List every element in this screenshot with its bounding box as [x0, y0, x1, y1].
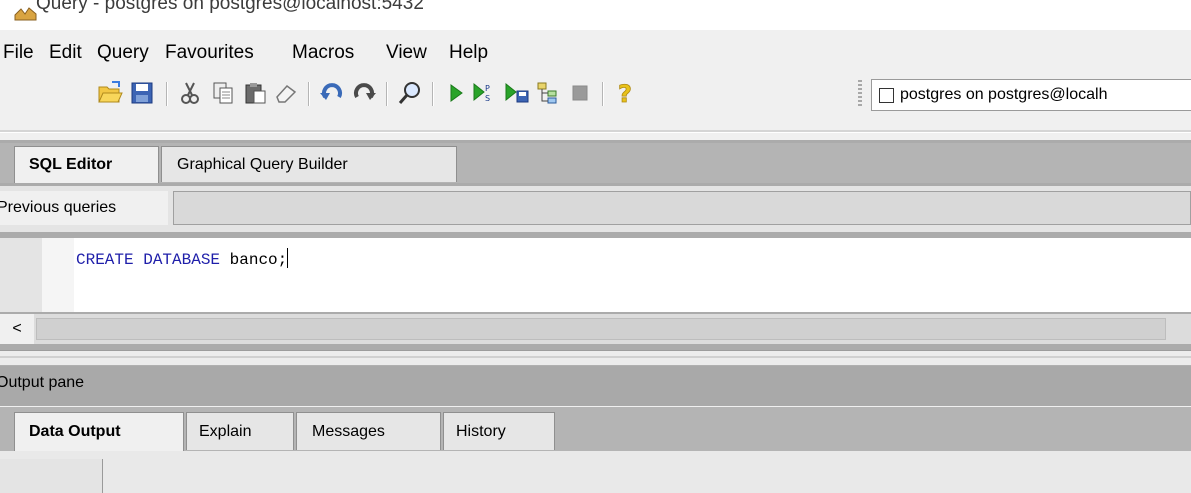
sql-code-line[interactable]: CREATE DATABASE banco; [76, 248, 289, 269]
paste-icon[interactable] [241, 78, 269, 108]
menu-view[interactable]: View [386, 42, 427, 64]
splitter-line [0, 356, 1191, 358]
menu-query[interactable]: Query [97, 42, 149, 64]
app-icon [14, 6, 38, 22]
svg-text:?: ? [618, 80, 632, 106]
grid-row-header [0, 459, 103, 493]
cancel-query-icon[interactable] [566, 78, 594, 108]
redo-icon[interactable] [350, 78, 378, 108]
pane-splitter[interactable] [0, 350, 1191, 366]
tab-graphical-query-builder[interactable]: Graphical Query Builder [161, 146, 457, 182]
undo-icon[interactable] [318, 78, 346, 108]
previous-queries-dropdown[interactable] [173, 191, 1191, 225]
copy-icon[interactable] [209, 78, 237, 108]
cut-icon[interactable] [176, 78, 204, 108]
tab-history-label: History [456, 422, 506, 440]
tab-messages-label: Messages [312, 422, 385, 440]
find-icon[interactable] [396, 78, 424, 108]
text-caret [287, 248, 289, 268]
editor-tab-strip: SQL Editor Graphical Query Builder [0, 143, 1191, 183]
execute-pgscript-icon[interactable]: PS [471, 78, 499, 108]
save-icon[interactable] [128, 78, 156, 108]
execute-icon[interactable] [442, 78, 470, 108]
toolbar-divider [0, 130, 1191, 133]
output-tab-strip: Data Output Explain Messages History [0, 407, 1191, 451]
previous-queries-label: Previous queries [0, 191, 168, 225]
output-pane-title: Output pane [0, 374, 85, 391]
connection-selector[interactable]: postgres on postgres@localh [871, 79, 1191, 111]
clear-icon[interactable] [272, 78, 300, 108]
tab-sql-editor[interactable]: SQL Editor [14, 146, 159, 183]
toolbar-grip[interactable] [858, 80, 862, 108]
sql-keyword: CREATE [76, 251, 134, 269]
scroll-left-button[interactable]: < [0, 314, 34, 344]
window-title: Query - postgres on postgres@localhost:5… [36, 0, 424, 14]
tab-sql-editor-label: SQL Editor [29, 156, 113, 173]
toolbar: PS ? postgres on postgres@localh [0, 78, 1191, 132]
tab-messages[interactable]: Messages [296, 412, 441, 450]
tab-data-output[interactable]: Data Output [14, 412, 184, 451]
open-icon[interactable] [96, 78, 124, 108]
sql-keyword: DATABASE [143, 251, 221, 269]
menu-file[interactable]: File [3, 42, 34, 64]
menu-help[interactable]: Help [449, 42, 488, 64]
scrollbar-track[interactable] [36, 318, 1166, 340]
tab-history[interactable]: History [443, 412, 555, 450]
previous-queries-row: Previous queries [0, 186, 1191, 232]
tab-explain[interactable]: Explain [186, 412, 294, 450]
menu-macros[interactable]: Macros [292, 42, 354, 64]
sql-text: banco; [229, 251, 288, 269]
menu-favourites[interactable]: Favourites [165, 42, 254, 64]
tab-graphical-query-builder-label: Graphical Query Builder [177, 155, 348, 173]
output-pane-header: Output pane [0, 366, 1191, 406]
title-bar: Query - postgres on postgres@localhost:5… [0, 0, 1191, 30]
connection-checkbox[interactable] [879, 87, 894, 103]
fold-margin [42, 238, 74, 312]
chevron-left-icon: < [12, 320, 22, 337]
sql-editor[interactable]: CREATE DATABASE banco; [0, 238, 1191, 312]
connection-label: postgres on postgres@localh [900, 86, 1108, 103]
svg-text:P: P [485, 84, 490, 93]
help-icon[interactable]: ? [612, 78, 640, 108]
tab-explain-label: Explain [199, 422, 252, 440]
tab-data-output-label: Data Output [29, 423, 121, 440]
execute-to-file-icon[interactable] [503, 78, 531, 108]
explain-icon[interactable] [535, 78, 563, 108]
line-number-margin [0, 238, 42, 312]
data-output-grid[interactable] [0, 451, 1191, 493]
previous-queries-text: Previous queries [0, 199, 117, 216]
menu-edit[interactable]: Edit [49, 42, 82, 64]
svg-text:S: S [485, 94, 490, 103]
horizontal-scrollbar[interactable]: < [0, 314, 1191, 344]
